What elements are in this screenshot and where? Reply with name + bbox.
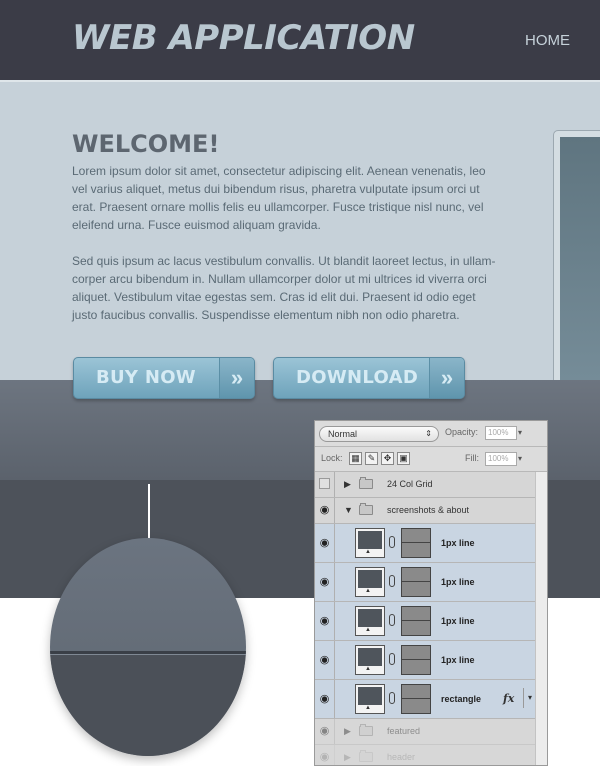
link-icon[interactable] <box>389 614 395 626</box>
device-frame <box>553 130 600 398</box>
layer-effects-icon[interactable]: fx <box>503 692 514 705</box>
folder-icon <box>359 724 373 736</box>
folder-icon <box>359 503 373 515</box>
chevron-down-icon[interactable]: ▾ <box>518 452 528 466</box>
disclosure-triangle-icon[interactable]: ▼ <box>344 505 353 515</box>
layer-name: 1px line <box>441 655 475 665</box>
layer-mask-thumbnail <box>401 606 431 636</box>
hero-paragraph-2: Sed quis ipsum ac lacus vestibulum conva… <box>72 254 496 322</box>
fill-input[interactable]: 100% <box>485 452 517 466</box>
layer-thumbnail <box>355 567 385 597</box>
hero-section: WELCOME! Lorem ipsum dolor sit amet, con… <box>0 80 600 380</box>
layer-name: 24 Col Grid <box>387 479 433 489</box>
disclosure-triangle-icon[interactable]: ▶ <box>344 479 351 490</box>
layer-name: rectangle <box>441 694 482 704</box>
layer-group-screenshots-about[interactable]: ◉ ▼ screenshots & about <box>315 498 547 524</box>
layer-rectangle[interactable]: ◉ rectangle fx ▾ <box>315 680 547 719</box>
layer-name: 1px line <box>441 577 475 587</box>
layer-mask-thumbnail <box>401 528 431 558</box>
layers-panel: Normal ⇕ Opacity: 100% ▾ Lock: ▦ ✎ ✥ ▣ F… <box>314 420 548 766</box>
layers-list: ● ▶ 24 Col Grid ◉ ▼ screenshots & about … <box>315 472 547 765</box>
layer-group-24-col-grid[interactable]: ● ▶ 24 Col Grid <box>315 472 547 498</box>
link-icon[interactable] <box>389 692 395 704</box>
zoom-magnifier <box>50 538 246 756</box>
layer-thumbnail <box>355 528 385 558</box>
zoomed-lower-area <box>50 655 246 756</box>
device-screen <box>560 137 600 391</box>
eye-icon[interactable]: ◉ <box>315 719 335 744</box>
layers-scrollbar[interactable] <box>535 472 547 765</box>
visibility-toggle-icon[interactable]: ● <box>315 472 335 497</box>
lock-all-icon[interactable]: ▣ <box>397 452 410 465</box>
eye-icon[interactable]: ◉ <box>315 680 335 718</box>
link-icon[interactable] <box>389 536 395 548</box>
eye-icon[interactable]: ◉ <box>315 641 335 679</box>
layer-thumbnail <box>355 606 385 636</box>
double-chevron-right-icon: » <box>219 358 254 398</box>
fill-label: Fill: <box>465 453 479 463</box>
layer-thumbnail <box>355 684 385 714</box>
eye-icon[interactable]: ◉ <box>315 498 335 523</box>
disclosure-triangle-icon[interactable]: ▶ <box>344 726 351 737</box>
hero-paragraph-1: Lorem ipsum dolor sit amet, consectetur … <box>72 164 486 232</box>
layer-name: header <box>387 752 416 762</box>
hero-title: WELCOME! <box>72 130 220 158</box>
link-icon[interactable] <box>389 653 395 665</box>
double-chevron-right-icon: » <box>429 358 464 398</box>
layer-mask-thumbnail <box>401 567 431 597</box>
eye-icon[interactable]: ◉ <box>315 602 335 640</box>
site-logo[interactable]: WEB APPLICATION <box>72 18 415 58</box>
layer-group-featured[interactable]: ◉ ▶ featured <box>315 719 547 745</box>
eye-icon[interactable]: ◉ <box>315 563 335 601</box>
opacity-label: Opacity: <box>445 427 479 437</box>
blend-mode-value: Normal <box>328 429 358 439</box>
layer-name: 1px line <box>441 538 475 548</box>
buy-now-label: BUY NOW <box>96 367 196 388</box>
layer-name: featured <box>387 726 421 736</box>
folder-icon <box>359 477 373 489</box>
layer-1px-line[interactable]: ◉ 1px line <box>315 641 547 680</box>
layer-group-header[interactable]: ◉ ▶ header <box>315 745 547 765</box>
lock-label: Lock: <box>321 453 343 463</box>
download-label: DOWNLOAD <box>296 367 419 388</box>
lock-transparency-icon[interactable]: ▦ <box>349 452 362 465</box>
layer-1px-line[interactable]: ◉ 1px line <box>315 563 547 602</box>
layer-1px-line[interactable]: ◉ 1px line <box>315 524 547 563</box>
layer-mask-thumbnail <box>401 645 431 675</box>
blend-mode-select[interactable]: Normal ⇕ <box>319 426 439 442</box>
lock-paint-icon[interactable]: ✎ <box>365 452 378 465</box>
layer-name: screenshots & about <box>387 505 470 515</box>
disclosure-triangle-icon[interactable]: ▶ <box>344 752 351 763</box>
layer-1px-line[interactable]: ◉ 1px line <box>315 602 547 641</box>
chevron-down-icon[interactable]: ▾ <box>518 426 528 440</box>
eye-icon[interactable]: ◉ <box>315 524 335 562</box>
folder-icon <box>359 750 373 762</box>
eye-icon[interactable]: ◉ <box>315 745 335 765</box>
lock-position-icon[interactable]: ✥ <box>381 452 394 465</box>
layer-name: 1px line <box>441 616 475 626</box>
link-icon[interactable] <box>389 575 395 587</box>
opacity-input[interactable]: 100% <box>485 426 517 440</box>
lock-row: Lock: ▦ ✎ ✥ ▣ Fill: 100% ▾ <box>315 447 547 472</box>
layer-mask-thumbnail <box>401 684 431 714</box>
download-button[interactable]: DOWNLOAD » <box>273 357 465 399</box>
blend-row: Normal ⇕ Opacity: 100% ▾ <box>315 421 547 447</box>
buy-now-button[interactable]: BUY NOW » <box>73 357 255 399</box>
nav-home-link[interactable]: HOME <box>525 32 570 49</box>
layer-thumbnail <box>355 645 385 675</box>
up-down-arrows-icon: ⇕ <box>425 429 432 438</box>
top-bar: WEB APPLICATION HOME <box>0 0 600 80</box>
